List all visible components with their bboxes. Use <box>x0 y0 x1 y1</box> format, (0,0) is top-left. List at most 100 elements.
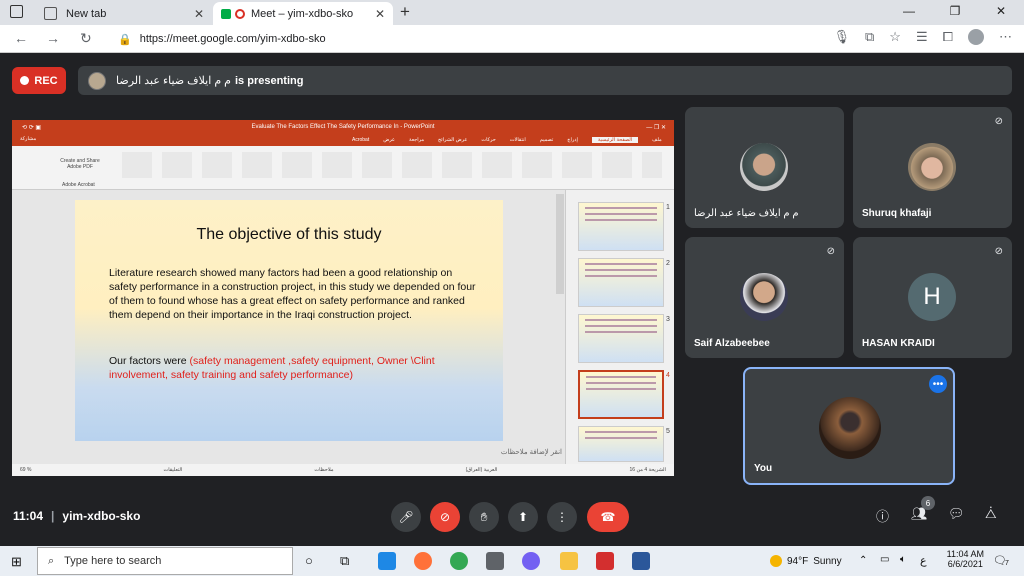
ppt-tab[interactable]: انتقالات <box>510 137 526 143</box>
store-icon[interactable] <box>486 552 504 570</box>
participant-tile[interactable]: ⊘ H HASAN KRAIDI <box>853 237 1012 358</box>
star-icon[interactable]: ☆ <box>889 29 901 45</box>
collections-icon[interactable]: ⧠ <box>943 29 953 45</box>
back-icon[interactable]: ← <box>14 30 28 46</box>
presentation-stream: Evaluate The Factors Effect The Safety P… <box>12 120 674 476</box>
ppt-tab[interactable]: تصميم <box>540 137 553 143</box>
thumb-number: 4 <box>666 372 670 379</box>
slide: The objective of this study Literature r… <box>75 200 503 441</box>
volume-icon[interactable]: 🔈︎ <box>900 554 906 565</box>
microphone-button[interactable]: 🎤︎ <box>391 502 421 532</box>
browser-tab-bar: New tab ✕ Meet – yim-xdbo-sko ✕ + — ❐ ✕ <box>0 0 1024 25</box>
acrobat-create-button[interactable]: Create and Share Adobe PDF <box>56 158 104 170</box>
taskbar-search[interactable]: ⌕ Type here to search <box>37 547 293 575</box>
divider: | <box>51 509 55 523</box>
more-options-button[interactable]: ⋮ <box>547 502 577 532</box>
slide-scrollbar[interactable] <box>556 194 564 294</box>
ppt-tab[interactable]: عرض <box>383 137 395 143</box>
chat-icon[interactable]: 💬︎ <box>948 506 965 522</box>
participant-name: Saif Alzabeebee <box>694 338 770 349</box>
word-icon[interactable] <box>632 552 650 570</box>
tray-chevron-icon[interactable]: ⌃ <box>859 555 867 566</box>
avatar <box>819 397 881 459</box>
raise-hand-button[interactable]: ✋︎ <box>469 502 499 532</box>
notes-button[interactable]: ملاحظات <box>314 467 333 473</box>
ppt-tab[interactable]: إدراج <box>567 137 578 143</box>
participant-name: Shuruq khafaji <box>862 208 932 219</box>
participant-tile[interactable]: ⊘ Shuruq khafaji <box>853 107 1012 228</box>
minimize-button[interactable]: — <box>886 0 932 25</box>
new-tab-button[interactable]: + <box>400 2 410 22</box>
mic-icon[interactable]: 🎙 <box>833 29 850 45</box>
close-tab-icon[interactable]: ✕ <box>194 7 204 21</box>
slide-thumbnail[interactable] <box>578 202 664 251</box>
chrome-icon[interactable] <box>450 552 468 570</box>
rec-label: REC <box>34 74 58 87</box>
participant-tile[interactable]: ⊘ Saif Alzabeebee <box>685 237 844 358</box>
maximize-button[interactable]: ❐ <box>932 0 978 25</box>
thumb-number: 2 <box>666 260 670 267</box>
ppt-tab[interactable]: ملف <box>652 137 662 143</box>
participant-tile[interactable]: م م ايلاف ضياء عبد الرضا <box>685 107 844 228</box>
cortana-icon[interactable]: ○ <box>305 553 313 568</box>
forward-icon[interactable]: → <box>46 30 60 46</box>
windows-start-icon[interactable]: ⊞ <box>11 554 22 570</box>
window-controls: — ❐ ✕ <box>886 0 1024 25</box>
self-view-tile[interactable]: ••• You <box>743 367 955 485</box>
avatar <box>740 273 788 321</box>
network-icon[interactable]: ▭ <box>880 554 889 565</box>
new-tab-icon <box>44 7 57 20</box>
ppt-title-bar: Evaluate The Factors Effect The Safety P… <box>12 120 674 134</box>
tab-new-tab[interactable]: New tab ✕ <box>36 2 212 25</box>
present-icon: ⬆ <box>517 510 529 524</box>
weather-text: Sunny <box>813 555 842 567</box>
present-button[interactable]: ⬆ <box>508 502 538 532</box>
slide-thumbnail[interactable] <box>578 426 664 462</box>
ppt-tab[interactable]: حركات <box>481 137 495 143</box>
tab-actions-icon[interactable] <box>10 5 23 18</box>
camera-icon[interactable]: ⧉ <box>865 29 874 45</box>
close-tab-icon[interactable]: ✕ <box>375 7 385 21</box>
clock-time: 11:04 AM <box>946 549 984 559</box>
ppt-tab[interactable]: Acrobat <box>352 137 369 143</box>
zoom-level[interactable]: 69 % <box>20 467 31 473</box>
comments-button[interactable]: التعليقات <box>164 467 183 473</box>
activities-icon[interactable]: ⧊ <box>985 506 997 522</box>
viber-icon[interactable] <box>522 552 540 570</box>
leave-call-button[interactable]: ☎︎ <box>587 502 629 532</box>
firefox-icon[interactable] <box>414 552 432 570</box>
meeting-info: 11:04 | yim-xdbo-sko <box>13 509 140 523</box>
reading-list-icon[interactable]: ☰ <box>916 29 928 45</box>
acrobat-icon[interactable] <box>596 552 614 570</box>
notes-placeholder[interactable]: انقر لإضافة ملاحظات <box>52 448 562 456</box>
camera-button[interactable]: ⊘ <box>430 502 460 532</box>
task-view-icon[interactable]: ⧉ <box>340 553 349 569</box>
slide-thumbnail[interactable] <box>578 314 664 363</box>
ppt-tab[interactable]: عرض الشرائح <box>438 137 467 143</box>
menu-icon[interactable]: ⋯ <box>999 29 1012 45</box>
tab-meet[interactable]: Meet – yim-xdbo-sko ✕ <box>213 2 393 25</box>
weather-widget[interactable]: 94°F Sunny <box>770 555 842 567</box>
edge-icon[interactable] <box>378 552 396 570</box>
ppt-ribbon-tabs: Acrobat عرض مراجعة عرض الشرائح حركات انت… <box>12 134 674 146</box>
presenter-avatar <box>88 71 106 90</box>
hand-icon: ✋︎ <box>480 509 488 524</box>
avatar <box>740 143 788 191</box>
info-icon[interactable]: ⓘ <box>876 506 889 525</box>
participant-name: HASAN KRAIDI <box>862 338 935 349</box>
slide-thumbnail[interactable] <box>578 258 664 307</box>
ppt-tab-selected[interactable]: الصفحة الرئيسية <box>591 137 639 143</box>
ppt-tab[interactable]: مراجعة <box>409 137 424 143</box>
slide-thumbnail-selected[interactable] <box>578 370 664 419</box>
profile-icon[interactable] <box>968 29 984 45</box>
more-options-icon[interactable]: ••• <box>929 375 947 393</box>
url-field[interactable]: 🔒 https://meet.google.com/yim-xdbo-sko <box>110 28 810 50</box>
thumb-number: 5 <box>666 428 670 435</box>
close-window-button[interactable]: ✕ <box>978 0 1024 25</box>
ppt-share-button[interactable]: مشاركة <box>20 136 36 142</box>
file-explorer-icon[interactable] <box>560 552 578 570</box>
clock[interactable]: 11:04 AM 6/6/2021 <box>947 549 984 569</box>
mic-off-icon: ⊘ <box>994 116 1003 127</box>
language-indicator[interactable]: ع <box>920 554 927 567</box>
reload-icon[interactable]: ↻ <box>80 30 92 47</box>
